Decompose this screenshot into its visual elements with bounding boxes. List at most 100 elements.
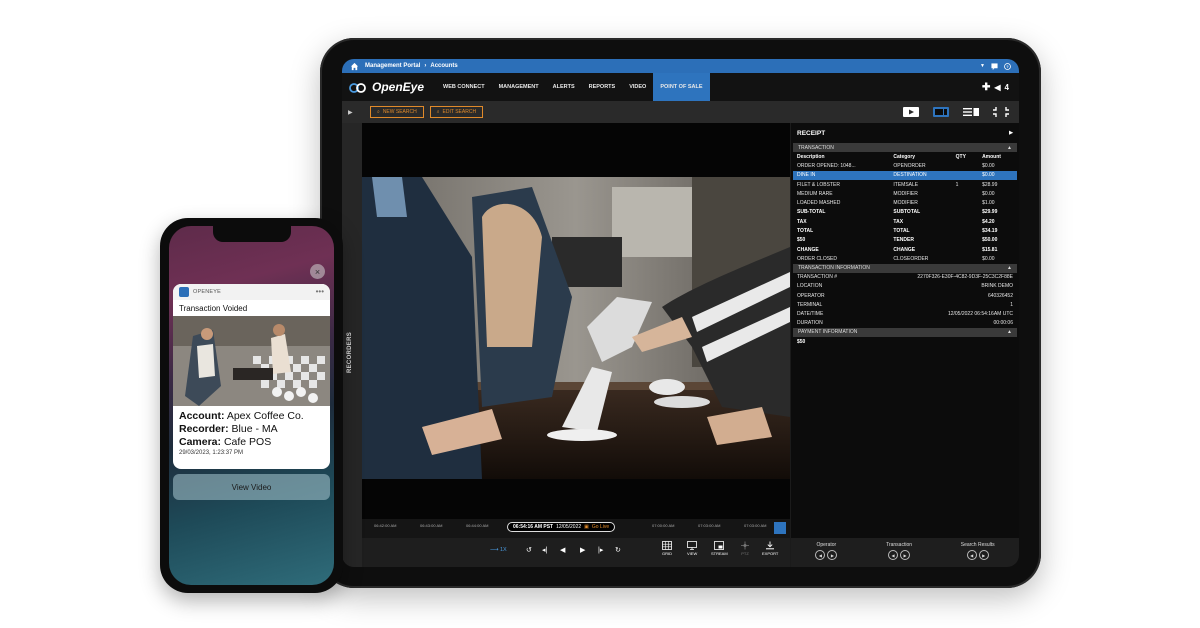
transaction-cell: ITEMSALE — [893, 181, 919, 188]
reverse-play-icon[interactable]: ◀ — [560, 546, 565, 554]
nav-web-connect[interactable]: WEB CONNECT — [436, 73, 492, 101]
recorders-panel[interactable]: RECORDERS — [342, 123, 362, 567]
rewind-icon[interactable]: ↺ — [526, 546, 532, 554]
video-receipt-view-icon[interactable] — [933, 107, 949, 117]
step-forward-icon[interactable]: |▸ — [598, 546, 603, 554]
current-time: 06:54:16 AM PST — [513, 524, 554, 530]
timeline-tick: 06:42:00 AM — [374, 523, 397, 528]
grid-button[interactable]: GRID — [662, 541, 672, 556]
search-results-nav: Search Results ◀ ▶ — [961, 542, 995, 560]
transaction-row[interactable]: TAX TAX $4.20 — [793, 217, 1017, 226]
transaction-section-header[interactable]: TRANSACTION ▲ — [793, 143, 1017, 152]
nav-reports[interactable]: REPORTS — [582, 73, 623, 101]
info-key: OPERATOR — [797, 292, 825, 299]
stream-button[interactable]: STREAM — [711, 541, 728, 556]
column-header: Amount — [982, 153, 1001, 160]
fast-forward-icon[interactable]: ↻ — [615, 546, 621, 554]
transaction-cell: $4.20 — [982, 218, 995, 225]
transaction-row[interactable]: FILET & LOBSTER ITEMSALE 1 $28.99 — [793, 180, 1017, 189]
current-time-badge[interactable]: 06:54:16 AM PST 12/05/2022 ▣ Go Live — [507, 522, 616, 532]
play-view-icon[interactable] — [903, 107, 919, 117]
help-icon[interactable]: ? — [1004, 62, 1011, 70]
transaction-info-row: LOCATION BRINK DEMO — [793, 282, 1017, 291]
next-transaction-button[interactable]: ▶ — [900, 550, 911, 560]
transaction-cell: 1 — [955, 181, 959, 188]
transaction-info-row: DATE/TIME 12/05/2022 06:54:16AM UTC — [793, 309, 1017, 318]
play-icon[interactable]: ▶ — [580, 546, 585, 554]
transaction-row[interactable]: $50 TENDER $50.00 — [793, 236, 1017, 245]
nav-management[interactable]: MANAGEMENT — [492, 73, 546, 101]
camera-line: Camera: Cafe POS — [179, 436, 324, 449]
go-live-link[interactable]: Go Live — [592, 524, 609, 530]
payment-info-section-header[interactable]: PAYMENT INFORMATION ▲ — [793, 327, 1017, 337]
breadcrumb-root[interactable]: Management Portal — [365, 63, 420, 69]
transaction-row[interactable]: ORDER OPENED: 1048... OPENORDER $0.00 — [793, 161, 1017, 170]
expand-panel-icon[interactable]: ▶ — [348, 109, 364, 116]
transaction-row[interactable]: ORDER CLOSED CLOSEORDER $0.00 — [793, 254, 1017, 263]
camera-feed[interactable] — [362, 177, 790, 479]
close-icon[interactable]: × — [310, 264, 325, 279]
transaction-row[interactable]: CHANGE CHANGE $15.81 — [793, 245, 1017, 254]
chevron-up-icon: ▲ — [1007, 144, 1012, 151]
push-notification[interactable]: OPENEYE ••• Transaction Voided Account: … — [173, 284, 330, 469]
home-icon[interactable] — [350, 62, 359, 71]
info-value: 12/05/2022 06:54:16AM UTC — [947, 310, 1013, 317]
receipt-view-icon[interactable] — [963, 107, 979, 117]
playback-controls: ⟶ 1X ↺ ◂| ◀ ▶ |▸ ↻ GRID VIEW STREAM PTZ … — [362, 538, 790, 567]
transaction-cell: FILET & LOBSTER — [797, 181, 840, 188]
view-button[interactable]: VIEW — [687, 541, 697, 556]
transaction-cell: $0.00 — [982, 255, 995, 262]
receipt-title: RECEIPT — [797, 129, 826, 137]
export-button[interactable]: EXPORT — [762, 541, 778, 556]
search-results-nav-label: Search Results — [960, 542, 995, 548]
new-search-label: NEW SEARCH — [382, 109, 417, 115]
info-value: 2270F326-E30F-4C82-9D3F-25C3C2F88E — [917, 274, 1013, 281]
transaction-cell: $1.00 — [982, 200, 995, 207]
notification-bell-icon[interactable]: ◀ — [994, 83, 1000, 92]
next-operator-button[interactable]: ▶ — [827, 550, 838, 560]
playback-timeline[interactable]: 06:42:00 AM 06:43:00 AM 06:44:00 AM 06:5… — [362, 519, 790, 538]
nav-video[interactable]: VIDEO — [622, 73, 653, 101]
nav-alerts[interactable]: ALERTS — [546, 73, 582, 101]
previous-result-button[interactable]: ◀ — [966, 550, 977, 560]
add-icon[interactable]: ✚ — [982, 82, 990, 93]
transaction-row[interactable]: LOADED MASHED MODIFIER $1.00 — [793, 198, 1017, 207]
transaction-info-row: DURATION 00:00:06 — [793, 319, 1017, 328]
view-video-button[interactable]: View Video — [173, 474, 330, 500]
previous-operator-button[interactable]: ◀ — [815, 550, 826, 560]
nav-point-of-sale[interactable]: POINT OF SALE — [653, 73, 710, 101]
previous-transaction-button[interactable]: ◀ — [888, 550, 899, 560]
speed-label[interactable]: 1X — [500, 547, 507, 553]
more-options-icon[interactable]: ••• — [316, 288, 324, 296]
transaction-row[interactable]: DINE IN DESTINATION $0.00 — [793, 170, 1017, 180]
edit-search-button[interactable]: ⌕ EDIT SEARCH — [429, 106, 484, 118]
next-result-button[interactable]: ▶ — [978, 550, 989, 560]
transaction-row[interactable]: MEDIUM RARE MODIFIER $0.00 — [793, 189, 1017, 198]
step-back-icon[interactable]: ◂| — [542, 546, 547, 554]
product-composite: Management Portal › Accounts ▼ ? OpenEye… — [0, 0, 1200, 628]
calendar-icon[interactable]: ▣ — [584, 524, 589, 530]
topbar-actions: ▼ ? — [980, 62, 1011, 70]
logo-text: OpenEye — [372, 80, 425, 94]
new-search-button[interactable]: ⌕ NEW SEARCH — [370, 106, 424, 118]
receipt-panel: RECEIPT ▶ TRANSACTION ▲ Description Cate… — [791, 123, 1019, 567]
fullscreen-icon[interactable] — [993, 107, 1009, 117]
transaction-nav-label: Transaction — [886, 542, 913, 548]
timeline-filter-icon[interactable] — [774, 522, 786, 534]
transaction-cell: MEDIUM RARE — [797, 190, 833, 197]
transaction-cell: $28.99 — [982, 181, 998, 188]
phone-device: × OPENEYE ••• Transaction Voided Account… — [160, 218, 343, 593]
transaction-cell: $0.00 — [982, 162, 995, 169]
transaction-row[interactable]: SUB-TOTAL SUBTOTAL $29.99 — [793, 208, 1017, 217]
speed-icon[interactable]: ⟶ — [490, 546, 499, 553]
transaction-info-section-header[interactable]: TRANSACTION INFORMATION ▲ — [793, 263, 1017, 273]
chevron-up-icon: ▲ — [1007, 329, 1012, 336]
grid-icon — [662, 541, 672, 550]
chat-icon[interactable] — [991, 62, 998, 70]
dropdown-caret-icon[interactable]: ▼ — [980, 63, 985, 69]
phone-lock-screen: × OPENEYE ••• Transaction Voided Account… — [169, 226, 334, 585]
ptz-button[interactable]: PTZ — [740, 541, 750, 556]
collapse-receipt-icon[interactable]: ▶ — [1009, 130, 1013, 136]
transaction-row[interactable]: TOTAL TOTAL $34.19 — [793, 226, 1017, 235]
breadcrumb-current: Accounts — [430, 63, 458, 69]
